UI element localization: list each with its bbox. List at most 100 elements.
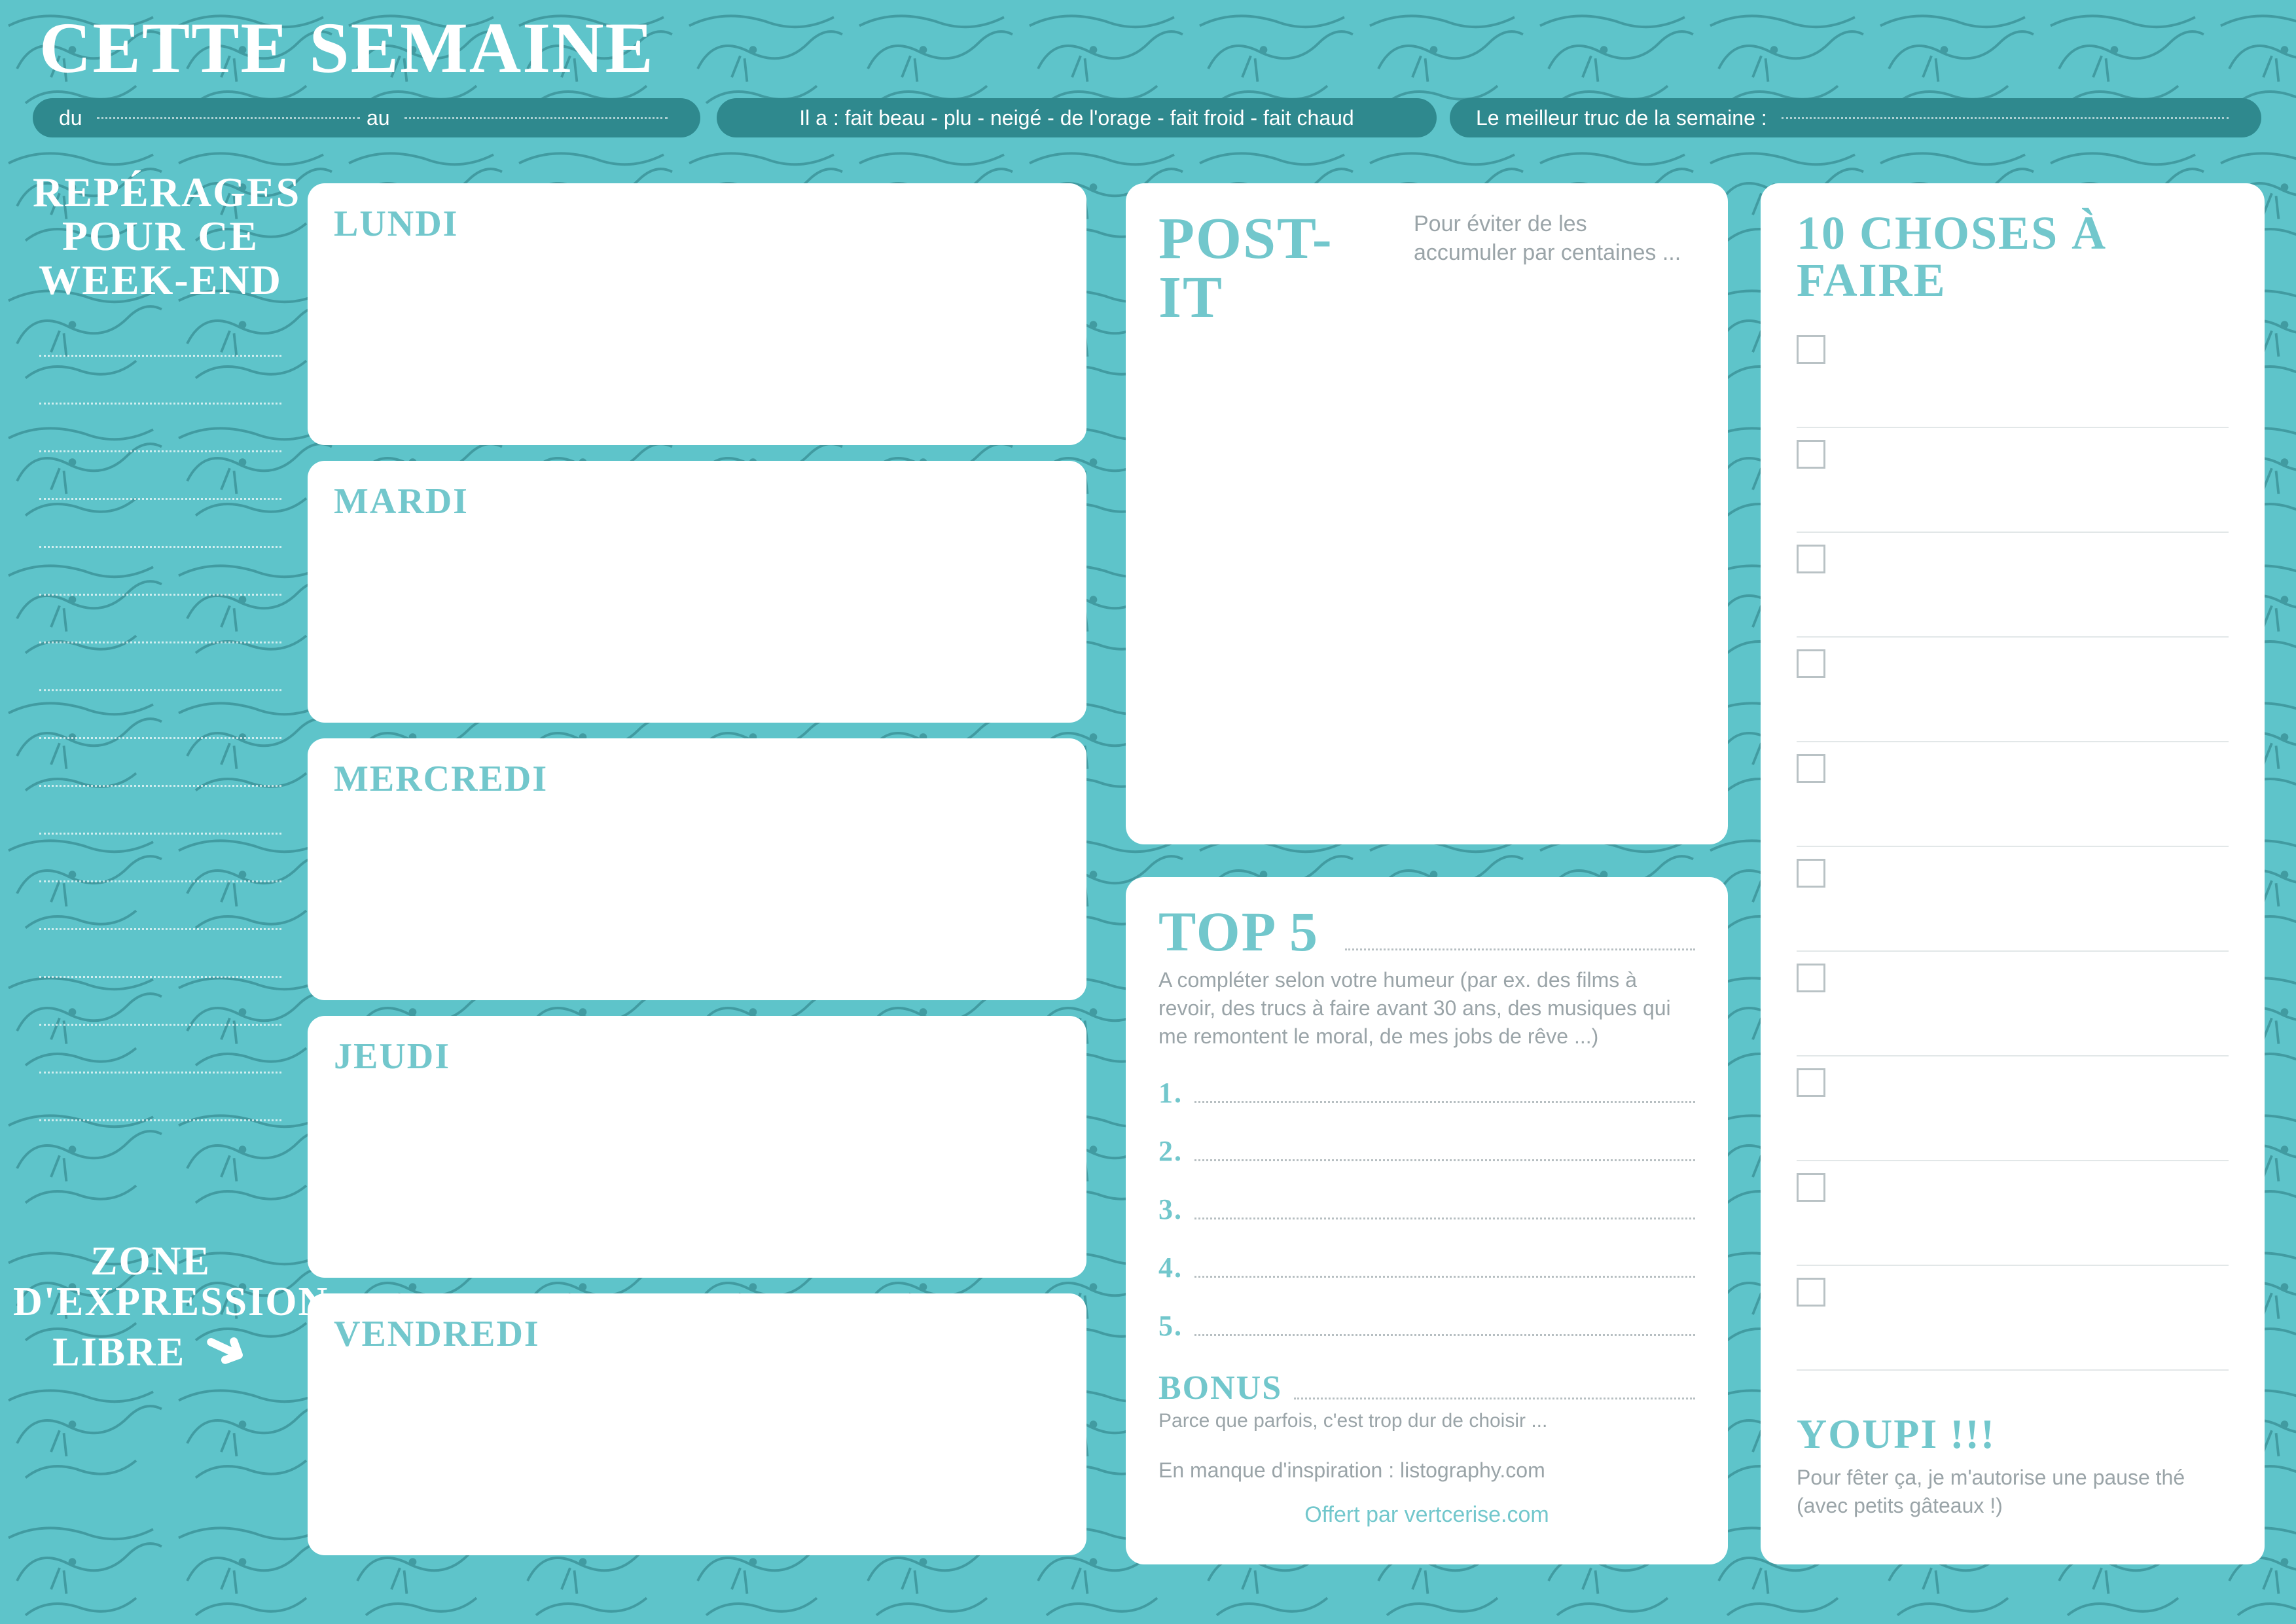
postit-panel[interactable]: Post-it Pour éviter de les accumuler par… [1126, 183, 1728, 844]
day-friday[interactable]: Vendredi [308, 1293, 1086, 1555]
postit-title: Post-it [1158, 209, 1394, 327]
checkbox-icon[interactable] [1797, 440, 1825, 469]
day-wednesday[interactable]: Mercredi [308, 738, 1086, 1000]
top5-description: A compléter selon votre humeur (par ex. … [1158, 966, 1695, 1051]
todo-item[interactable] [1797, 323, 2229, 428]
sidebar-line[interactable] [39, 785, 281, 787]
page-title: Cette semaine [39, 7, 655, 90]
sidebar-line[interactable] [39, 1119, 281, 1121]
todo-title: 10 choses à faire [1797, 209, 2229, 304]
sidebar-line[interactable] [39, 880, 281, 882]
best-of-week-input-line[interactable] [1782, 117, 2229, 119]
sidebar-line[interactable] [39, 355, 281, 357]
sidebar-line[interactable] [39, 403, 281, 405]
todo-item[interactable] [1797, 742, 2229, 847]
sidebar-line[interactable] [39, 641, 281, 643]
sidebar-line[interactable] [39, 1072, 281, 1074]
arrow-icon: ➜ [194, 1315, 257, 1382]
sidebar-line[interactable] [39, 833, 281, 835]
postit-subtitle: Pour éviter de les accumuler par centain… [1414, 209, 1695, 267]
top5-title: Top 5 [1158, 903, 1319, 960]
date-from-input-line[interactable] [97, 117, 360, 119]
todo-item[interactable] [1797, 428, 2229, 533]
day-wednesday-label: Mercredi [334, 758, 1060, 800]
top5-bonus-subtitle: Parce que parfois, c'est trop dur de cho… [1158, 1410, 1695, 1432]
sidebar-line[interactable] [39, 976, 281, 978]
day-tuesday[interactable]: Mardi [308, 461, 1086, 723]
top5-line[interactable] [1194, 1218, 1695, 1219]
checkbox-icon[interactable] [1797, 649, 1825, 678]
checkbox-icon[interactable] [1797, 335, 1825, 364]
todo-item[interactable] [1797, 952, 2229, 1056]
day-monday[interactable]: Lundi [308, 183, 1086, 445]
free-expression-label: Zone d'Expression Libre ➜ [13, 1241, 288, 1375]
day-thursday-label: Jeudi [334, 1036, 1060, 1077]
sidebar-line[interactable] [39, 1024, 281, 1026]
top5-item-5[interactable]: 5. [1158, 1309, 1695, 1343]
free-expression-line3: Libre [52, 1330, 185, 1375]
sidebar-title-line3: Week-end [33, 258, 288, 302]
todo-panel: 10 choses à faire Youpi !!! Pour fêter ç… [1761, 183, 2265, 1564]
checkbox-icon[interactable] [1797, 1278, 1825, 1307]
top5-line[interactable] [1194, 1101, 1695, 1103]
top5-list: 1. 2. 3. 4. 5. [1158, 1076, 1695, 1343]
credit-link[interactable]: Offert par vertcerise.com [1158, 1502, 1695, 1528]
top5-title-input-line[interactable] [1345, 948, 1695, 950]
best-of-week-pill[interactable]: Le meilleur truc de la semaine : [1450, 98, 2261, 137]
todo-items [1797, 323, 2229, 1371]
top5-bonus-line[interactable] [1294, 1398, 1695, 1399]
checkbox-icon[interactable] [1797, 964, 1825, 992]
day-monday-label: Lundi [334, 203, 1060, 245]
top5-panel: Top 5 A compléter selon votre humeur (pa… [1126, 877, 1728, 1564]
sidebar-line[interactable] [39, 689, 281, 691]
sidebar-title: Repérages pour ce Week-end [33, 170, 288, 302]
checkbox-icon[interactable] [1797, 545, 1825, 573]
top5-num-4: 4. [1158, 1251, 1183, 1284]
top5-num-2: 2. [1158, 1134, 1183, 1168]
date-to-input-line[interactable] [404, 117, 668, 119]
top5-item-1[interactable]: 1. [1158, 1076, 1695, 1110]
top5-bonus-label: Bonus [1158, 1369, 1282, 1407]
checkbox-icon[interactable] [1797, 754, 1825, 783]
free-expression-line2: d'Expression [13, 1282, 288, 1322]
checkbox-icon[interactable] [1797, 1173, 1825, 1202]
weather-pill[interactable]: Il a : fait beau - plu - neigé - de l'or… [717, 98, 1437, 137]
date-to-label: au [367, 106, 390, 130]
sidebar-line[interactable] [39, 737, 281, 739]
top5-num-3: 3. [1158, 1193, 1183, 1226]
youpi-subtitle: Pour fêter ça, je m'autorise une pause t… [1797, 1464, 2229, 1520]
sidebar-line[interactable] [39, 498, 281, 500]
sidebar-title-line2: pour ce [33, 214, 288, 258]
sidebar-line[interactable] [39, 928, 281, 930]
sidebar-line[interactable] [39, 450, 281, 452]
top5-item-4[interactable]: 4. [1158, 1251, 1695, 1284]
sidebar-line[interactable] [39, 594, 281, 596]
top5-item-3[interactable]: 3. [1158, 1193, 1695, 1226]
weather-text: Il a : fait beau - plu - neigé - de l'or… [799, 106, 1354, 130]
top5-line[interactable] [1194, 1334, 1695, 1336]
free-expression-line1: Zone [13, 1241, 288, 1282]
todo-item[interactable] [1797, 1266, 2229, 1371]
day-friday-label: Vendredi [334, 1313, 1060, 1355]
todo-item[interactable] [1797, 533, 2229, 638]
todo-item[interactable] [1797, 1056, 2229, 1161]
day-thursday[interactable]: Jeudi [308, 1016, 1086, 1278]
checkbox-icon[interactable] [1797, 1068, 1825, 1097]
date-from-label: du [59, 106, 82, 130]
date-range-pill[interactable]: du au [33, 98, 700, 137]
youpi-title: Youpi !!! [1797, 1410, 2229, 1458]
top5-line[interactable] [1194, 1159, 1695, 1161]
best-of-week-label: Le meilleur truc de la semaine : [1476, 106, 1767, 130]
todo-item[interactable] [1797, 1161, 2229, 1266]
weekday-column: Lundi Mardi Mercredi Jeudi Vendredi [308, 183, 1086, 1571]
sidebar-line[interactable] [39, 546, 281, 548]
day-tuesday-label: Mardi [334, 480, 1060, 522]
sidebar-title-line1: Repérages [33, 170, 288, 214]
top5-line[interactable] [1194, 1276, 1695, 1278]
top5-num-1: 1. [1158, 1076, 1183, 1110]
todo-item[interactable] [1797, 638, 2229, 742]
top5-item-2[interactable]: 2. [1158, 1134, 1695, 1168]
sidebar-lines[interactable] [33, 355, 288, 1121]
todo-item[interactable] [1797, 847, 2229, 952]
checkbox-icon[interactable] [1797, 859, 1825, 888]
